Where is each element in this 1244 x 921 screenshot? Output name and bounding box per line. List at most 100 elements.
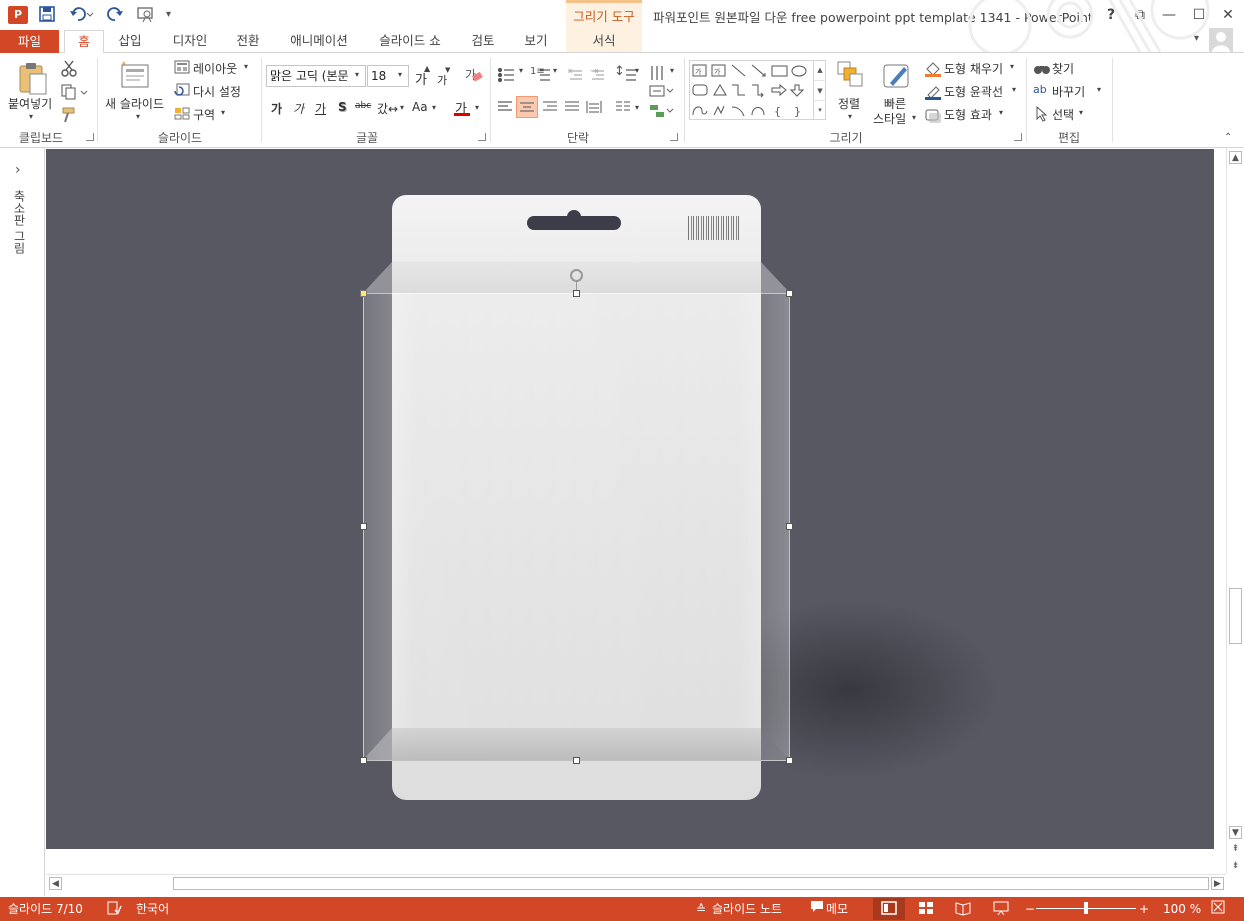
comments-button[interactable]: 메모 bbox=[826, 900, 848, 918]
select-button[interactable]: 선택 bbox=[1052, 106, 1074, 123]
expand-thumbnails-button[interactable]: › bbox=[15, 162, 21, 178]
format-painter-icon[interactable] bbox=[60, 106, 78, 127]
fit-to-window-icon[interactable] bbox=[1211, 900, 1225, 919]
zoom-out-button[interactable]: − bbox=[1025, 900, 1035, 918]
columns-dropdown-icon[interactable]: ▾ bbox=[635, 103, 639, 112]
smartart-icon[interactable] bbox=[648, 104, 674, 121]
start-from-beginning-icon[interactable] bbox=[136, 5, 160, 25]
comments-icon[interactable] bbox=[810, 900, 824, 919]
vertical-scroll-thumb[interactable] bbox=[1229, 588, 1242, 644]
numbering-icon[interactable]: 1≡ bbox=[530, 66, 545, 77]
find-icon[interactable] bbox=[1033, 60, 1051, 79]
bullets-dropdown-icon[interactable]: ▾ bbox=[519, 66, 523, 75]
align-text-icon[interactable] bbox=[648, 84, 674, 101]
shape-fill-dropdown-icon[interactable]: ▾ bbox=[1010, 62, 1014, 71]
layout-icon[interactable] bbox=[174, 60, 190, 77]
numbering-dropdown-icon[interactable]: ▾ bbox=[553, 66, 557, 75]
section-button[interactable]: 구역 bbox=[193, 106, 215, 123]
shape-effects-button[interactable]: 도형 효과 bbox=[944, 106, 992, 123]
shape-fill-button[interactable]: 도형 채우기 bbox=[944, 60, 1003, 77]
paragraph-launcher-icon[interactable] bbox=[670, 133, 678, 141]
shapes-gallery-scroll[interactable]: ▲ ▼ ▾ bbox=[813, 60, 826, 120]
shapes-gallery[interactable]: 가 가 { } bbox=[689, 60, 826, 120]
normal-view-icon[interactable] bbox=[881, 900, 897, 921]
shape-outline-icon[interactable] bbox=[924, 83, 942, 104]
quick-styles-icon[interactable] bbox=[882, 61, 912, 94]
increase-indent-icon[interactable]: ⇥ bbox=[590, 66, 598, 77]
find-button[interactable]: 찾기 bbox=[1052, 60, 1074, 77]
text-direction-dropdown-icon[interactable]: ▾ bbox=[670, 66, 674, 75]
slide-sorter-icon[interactable] bbox=[918, 900, 934, 921]
justify-icon[interactable] bbox=[563, 98, 581, 119]
language-indicator[interactable]: 한국어 bbox=[136, 900, 169, 918]
zoom-level[interactable]: 100 % bbox=[1163, 900, 1201, 918]
section-icon[interactable] bbox=[174, 106, 190, 123]
font-color-dropdown-icon[interactable]: ▾ bbox=[475, 103, 479, 112]
new-slide-button[interactable]: 새 슬라이드 bbox=[105, 95, 164, 112]
resize-handle-bottom-left[interactable] bbox=[360, 757, 367, 764]
reset-icon[interactable] bbox=[174, 83, 190, 100]
select-icon[interactable] bbox=[1035, 105, 1049, 125]
tab-design[interactable]: 디자인 bbox=[164, 30, 216, 54]
strikethrough-button[interactable]: abc bbox=[355, 101, 371, 111]
font-launcher-icon[interactable] bbox=[478, 133, 486, 141]
character-spacing-dropdown-icon[interactable]: ▾ bbox=[400, 103, 404, 112]
quick-styles-button-line2[interactable]: 스타일 bbox=[873, 110, 906, 127]
save-icon[interactable] bbox=[38, 5, 56, 25]
scroll-down-icon[interactable]: ▼ bbox=[1229, 826, 1242, 839]
new-slide-icon[interactable] bbox=[118, 59, 152, 94]
slideshow-icon[interactable] bbox=[993, 900, 1009, 921]
select-dropdown-icon[interactable]: ▾ bbox=[1079, 108, 1083, 117]
slide-indicator[interactable]: 슬라이드 7/10 bbox=[8, 900, 83, 918]
tab-insert[interactable]: 삽입 bbox=[110, 30, 150, 54]
line-spacing-dropdown-icon[interactable]: ▾ bbox=[635, 66, 639, 75]
change-case-dropdown-icon[interactable]: ▾ bbox=[432, 103, 436, 112]
copy-icon[interactable] bbox=[60, 83, 88, 104]
font-size-combo[interactable]: 18 bbox=[367, 65, 409, 87]
resize-handle-right[interactable] bbox=[786, 523, 793, 530]
replace-button[interactable]: 바꾸기 bbox=[1052, 83, 1085, 100]
columns-icon[interactable] bbox=[614, 98, 632, 119]
scroll-left-icon[interactable]: ◀ bbox=[49, 877, 62, 890]
tab-format[interactable]: 서식 bbox=[566, 30, 642, 54]
close-button[interactable]: ✕ bbox=[1217, 4, 1239, 26]
reset-button[interactable]: 다시 설정 bbox=[193, 83, 241, 100]
underline-button[interactable]: 가 bbox=[315, 100, 326, 117]
customize-qat-icon[interactable]: ▾ bbox=[166, 5, 171, 25]
new-slide-dropdown-icon[interactable]: ▾ bbox=[136, 112, 140, 121]
layout-dropdown-icon[interactable]: ▾ bbox=[244, 62, 248, 71]
tab-transitions[interactable]: 전환 bbox=[230, 30, 266, 54]
shape-effects-dropdown-icon[interactable]: ▾ bbox=[999, 108, 1003, 117]
section-dropdown-icon[interactable]: ▾ bbox=[221, 108, 225, 117]
spell-check-icon[interactable] bbox=[106, 900, 122, 921]
horizontal-scroll-thumb[interactable] bbox=[173, 877, 1209, 890]
resize-handle-left[interactable] bbox=[360, 523, 367, 530]
paste-icon[interactable] bbox=[14, 60, 50, 99]
shape-outline-dropdown-icon[interactable]: ▾ bbox=[1012, 85, 1016, 94]
bold-button[interactable]: 가 bbox=[271, 100, 282, 117]
arrange-icon[interactable] bbox=[836, 60, 864, 93]
layout-button[interactable]: 레이아웃 bbox=[193, 60, 237, 77]
blister-pack-shape[interactable] bbox=[363, 293, 790, 761]
previous-slide-icon[interactable]: ⇞ bbox=[1229, 843, 1242, 856]
gallery-down-icon[interactable]: ▼ bbox=[814, 80, 826, 100]
italic-button[interactable]: 가 bbox=[293, 100, 304, 117]
text-shadow-button[interactable]: S bbox=[338, 100, 347, 114]
distributed-icon[interactable] bbox=[585, 98, 603, 119]
shrink-font-button[interactable]: 가 bbox=[437, 72, 447, 88]
powerpoint-icon[interactable]: P bbox=[8, 6, 28, 24]
font-name-combo[interactable]: 맑은 고딕 (본문 bbox=[266, 65, 366, 87]
decrease-indent-icon[interactable]: ⇤ bbox=[568, 66, 576, 77]
shape-outline-button[interactable]: 도형 윤곽선 bbox=[944, 83, 1003, 100]
replace-dropdown-icon[interactable]: ▾ bbox=[1097, 85, 1101, 94]
undo-icon[interactable] bbox=[68, 5, 94, 25]
drawing-launcher-icon[interactable] bbox=[1014, 133, 1022, 141]
align-right-icon[interactable] bbox=[541, 98, 559, 119]
paste-dropdown-icon[interactable]: ▾ bbox=[29, 112, 33, 121]
tab-animations[interactable]: 애니메이션 bbox=[282, 30, 356, 54]
paste-button[interactable]: 붙여넣기 bbox=[8, 95, 52, 112]
resize-handle-top[interactable] bbox=[573, 290, 580, 297]
clipboard-launcher-icon[interactable] bbox=[86, 133, 94, 141]
quick-styles-dropdown-icon[interactable]: ▾ bbox=[912, 113, 916, 122]
redo-icon[interactable] bbox=[106, 5, 126, 25]
